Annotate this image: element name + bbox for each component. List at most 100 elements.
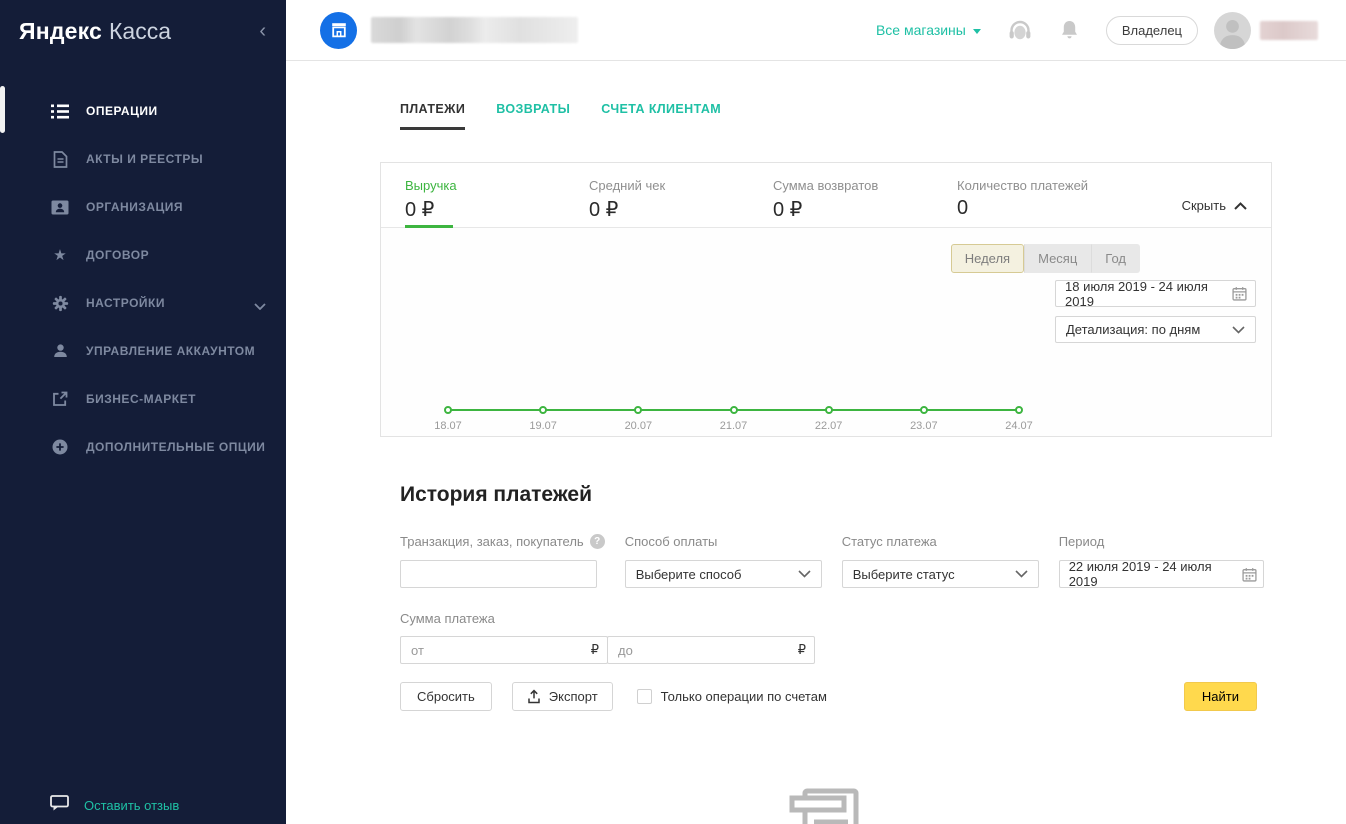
amount-label: Сумма платежа (400, 610, 495, 626)
gear-icon (50, 295, 70, 312)
metric-payments-count[interactable]: Количество платежей 0 (957, 178, 1141, 220)
page-content: ПЛАТЕЖИ ВОЗВРАТЫ СЧЕТА КЛИЕНТАМ Выручка … (286, 102, 1346, 711)
chart-date-range-field[interactable]: 18 июля 2019 - 24 июля 2019 (1055, 279, 1256, 309)
document-icon (50, 150, 70, 168)
plus-circle-icon (50, 439, 70, 455)
chart-area: Неделя Месяц Год 18 июля 2019 - 24 июля … (381, 228, 1271, 436)
metric-average-check[interactable]: Средний чек 0 ₽ (589, 178, 773, 222)
feedback-label: Оставить отзыв (84, 798, 180, 813)
all-shops-selector[interactable]: Все магазины (876, 22, 981, 38)
chart-x-label: 19.07 (529, 420, 557, 432)
filter-period: Период 22 июля 2019 - 24 июля 2019 (1058, 533, 1264, 589)
storefront-icon[interactable] (320, 11, 357, 49)
period-date-field[interactable]: 22 июля 2019 - 24 июля 2019 (1058, 559, 1264, 589)
reset-button[interactable]: Сбросить (400, 682, 492, 711)
detalization-value: Детализация: по дням (1066, 322, 1201, 337)
amount-to-wrap: ₽ (607, 636, 815, 664)
sidebar-item-account-management[interactable]: УПРАВЛЕНИЕ АККАУНТОМ (0, 327, 286, 375)
tab-refunds[interactable]: ВОЗВРАТЫ (496, 102, 570, 130)
id-card-icon (50, 200, 70, 215)
sidebar-item-label: ДОГОВОР (86, 248, 150, 262)
calendar-icon (1242, 567, 1257, 582)
invoices-only-label: Только операции по счетам (660, 689, 827, 704)
tab-payments[interactable]: ПЛАТЕЖИ (400, 102, 466, 130)
chart-point[interactable] (539, 406, 548, 414)
payment-status-select[interactable]: Выберите статус (841, 560, 1039, 588)
main-area: Все магазины Владелец ПЛАТЕЖИ ВОЗВРАТЫ С… (286, 0, 1346, 824)
chevron-down-icon[interactable] (254, 297, 266, 315)
period-week-button[interactable]: Неделя (950, 244, 1025, 273)
payment-method-label: Способ оплаты (624, 533, 718, 549)
hide-label: Скрыть (1181, 198, 1226, 213)
chart-point[interactable] (634, 406, 643, 414)
detalization-select[interactable]: Детализация: по дням (1055, 316, 1256, 343)
filter-search: Транзакция, заказ, покупатель ? (400, 533, 605, 588)
tab-client-invoices[interactable]: СЧЕТА КЛИЕНТАМ (601, 102, 721, 130)
sidebar-item-label: ОПЕРАЦИИ (86, 104, 158, 118)
chart-point[interactable] (824, 406, 833, 414)
sidebar: Яндекс Касса ‹ ОПЕРАЦИИ АКТЫ И РЕЕСТРЫ О… (0, 0, 286, 824)
find-button[interactable]: Найти (1183, 682, 1257, 711)
sidebar-item-operations[interactable]: ОПЕРАЦИИ (0, 87, 286, 135)
payment-method-value: Выберите способ (635, 566, 742, 582)
search-filter-label: Транзакция, заказ, покупатель (400, 533, 584, 549)
feedback-link[interactable]: Оставить отзыв (50, 795, 179, 816)
sidebar-collapse-icon[interactable]: ‹ (259, 21, 266, 41)
period-month-button[interactable]: Месяц (1024, 244, 1092, 273)
period-label: Период (1058, 533, 1105, 549)
metric-revenue[interactable]: Выручка 0 ₽ (405, 178, 589, 222)
notifications-bell-icon[interactable] (1059, 19, 1080, 41)
metric-value: 0 ₽ (589, 199, 619, 221)
chart-point[interactable] (444, 406, 452, 414)
amount-to-input[interactable] (607, 636, 815, 664)
chart-track: 18.07 19.07 20.07 21.07 22.07 23.07 24.07 (434, 406, 1033, 436)
caret-down-icon (972, 28, 981, 34)
role-badge[interactable]: Владелец (1105, 15, 1198, 45)
chart-x-label: 22.07 (814, 420, 843, 432)
payment-method-select[interactable]: Выберите способ (624, 560, 822, 588)
metric-value: 0 (957, 197, 969, 219)
chevron-up-icon (1234, 201, 1247, 210)
metric-value: 0 ₽ (405, 199, 435, 221)
chart-x-label: 21.07 (719, 420, 748, 432)
sidebar-item-label: УПРАВЛЕНИЕ АККАУНТОМ (86, 344, 256, 358)
store-name-redacted (371, 17, 578, 43)
sidebar-nav: ОПЕРАЦИИ АКТЫ И РЕЕСТРЫ ОРГАНИЗАЦИЯ ★ ДО… (0, 87, 286, 471)
avatar[interactable] (1214, 11, 1251, 49)
sidebar-item-settings[interactable]: НАСТРОЙКИ (0, 279, 286, 327)
hide-chart-toggle[interactable]: Скрыть (1182, 198, 1247, 213)
filter-payment-status: Статус платежа Выберите статус (841, 533, 1039, 588)
chart-point[interactable] (919, 406, 928, 414)
logo: Яндекс Касса ‹ (0, 0, 286, 62)
chevron-down-icon (798, 570, 811, 578)
metric-label: Количество платежей (957, 178, 1089, 193)
sidebar-item-additional-options[interactable]: ДОПОЛНИТЕЛЬНЫЕ ОПЦИИ (0, 423, 286, 471)
sidebar-item-organization[interactable]: ОРГАНИЗАЦИЯ (0, 183, 286, 231)
checkbox[interactable] (636, 689, 652, 704)
metric-refund-sum[interactable]: Сумма возвратов 0 ₽ (773, 178, 957, 222)
user-name-redacted[interactable] (1260, 20, 1318, 40)
sidebar-item-label: БИЗНЕС-МАРКЕТ (86, 392, 196, 406)
export-upload-icon (528, 689, 540, 704)
chart-point[interactable] (729, 406, 738, 414)
filter-payment-method: Способ оплаты Выберите способ (624, 533, 822, 588)
period-button-group: Неделя Месяц Год (950, 244, 1140, 273)
amount-from-input[interactable] (400, 636, 608, 664)
external-link-icon (50, 391, 70, 407)
chart-point[interactable] (1015, 406, 1023, 414)
search-input[interactable] (400, 560, 597, 588)
sidebar-item-business-market[interactable]: БИЗНЕС-МАРКЕТ (0, 375, 286, 423)
ruble-sign: ₽ (797, 642, 806, 657)
invoices-only-checkbox-row[interactable]: Только операции по счетам (636, 689, 827, 704)
actions-row: Сбросить Экспорт Только операции по счет… (400, 682, 1272, 711)
sidebar-item-contract[interactable]: ★ ДОГОВОР (0, 231, 286, 279)
export-button[interactable]: Экспорт (511, 682, 613, 711)
sidebar-item-acts-registries[interactable]: АКТЫ И РЕЕСТРЫ (0, 135, 286, 183)
amount-from-wrap: ₽ (400, 636, 608, 664)
support-headset-icon[interactable] (1007, 19, 1033, 42)
operations-list-icon (50, 104, 70, 119)
payment-status-value: Выберите статус (852, 566, 955, 582)
metric-label: Средний чек (589, 178, 666, 193)
help-icon[interactable]: ? (589, 533, 605, 549)
period-year-button[interactable]: Год (1091, 244, 1140, 273)
